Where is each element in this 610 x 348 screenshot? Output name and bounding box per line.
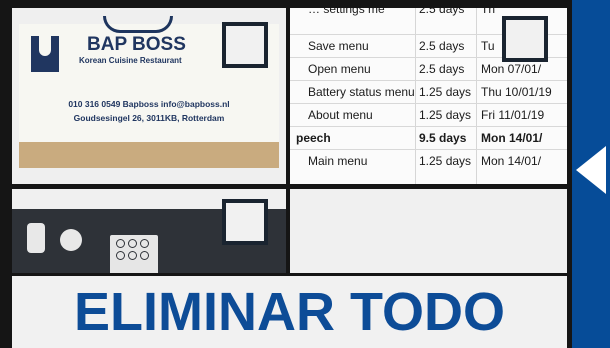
select-checkbox[interactable]: [222, 22, 268, 68]
gallery-item-schedule-table[interactable]: … settings me 2.5 days Th Save menu 2.5 …: [290, 8, 567, 184]
date-cell: Mon 07/01/: [481, 62, 542, 76]
grill-dot: [140, 251, 149, 260]
grill-dot: [140, 239, 149, 248]
grill-dot: [116, 239, 125, 248]
side-panel: [572, 0, 610, 348]
table-row: About menu 1.25 days Fri 11/01/19: [290, 103, 567, 126]
select-checkbox[interactable]: [502, 16, 548, 62]
logo-icon: [31, 36, 59, 72]
task-cell: peech: [296, 131, 331, 145]
gallery-empty-slot: [290, 189, 567, 273]
grill-shape: [108, 233, 160, 273]
gallery-item-business-card[interactable]: BAP BOSS Korean Cuisine Restaurant 010 3…: [12, 8, 286, 184]
date-cell: Tu: [481, 39, 495, 53]
bowl-shape: [60, 229, 82, 251]
grill-dot: [128, 239, 137, 248]
duration-cell: 9.5 days: [419, 131, 467, 145]
duration-cell: 1.25 days: [419, 154, 472, 168]
date-cell: Th: [481, 8, 496, 16]
duration-cell: 2.5 days: [419, 62, 465, 76]
duration-cell: 2.5 days: [419, 39, 465, 53]
gallery-item-food-image[interactable]: [12, 189, 286, 273]
chevron-left-icon[interactable]: [576, 146, 606, 194]
brand-name: BAP BOSS: [87, 34, 186, 55]
task-cell: Save menu: [308, 39, 369, 53]
table-surface: [19, 142, 279, 168]
duration-cell: 1.25 days: [419, 85, 472, 99]
task-cell: Battery status menu: [308, 85, 415, 99]
task-cell: Main menu: [308, 154, 368, 168]
cup-shape: [27, 223, 45, 253]
task-cell: Open menu: [308, 62, 371, 76]
duration-cell: 1.25 days: [419, 108, 472, 122]
date-cell: Thu 10/01/19: [481, 85, 552, 99]
card-contact: 010 316 0549 Bapboss info@bapboss.nl: [68, 99, 230, 109]
delete-all-button[interactable]: ELIMINAR TODO: [12, 276, 567, 348]
select-checkbox[interactable]: [222, 199, 268, 245]
delete-all-label: ELIMINAR TODO: [74, 282, 505, 342]
table-row: Battery status menu 1.25 days Thu 10/01/…: [290, 80, 567, 103]
brand-subtitle: Korean Cuisine Restaurant: [79, 56, 182, 65]
task-cell: … settings me: [308, 8, 385, 16]
table-row: Main menu 1.25 days Mon 14/01/: [290, 149, 567, 172]
duration-cell: 2.5 days: [419, 8, 465, 16]
grill-dot: [128, 251, 137, 260]
gallery-screen: BAP BOSS Korean Cuisine Restaurant 010 3…: [0, 0, 610, 348]
card-address: Goudsesingel 26, 3011KB, Rotterdam: [73, 113, 225, 123]
task-cell: About menu: [308, 108, 373, 122]
date-cell: Mon 14/01/: [481, 131, 543, 145]
date-cell: Fri 11/01/19: [481, 108, 545, 122]
date-cell: Mon 14/01/: [481, 154, 542, 168]
grill-dot: [116, 251, 125, 260]
logo-mark: [103, 16, 173, 33]
table-row: peech 9.5 days Mon 14/01/: [290, 126, 567, 149]
